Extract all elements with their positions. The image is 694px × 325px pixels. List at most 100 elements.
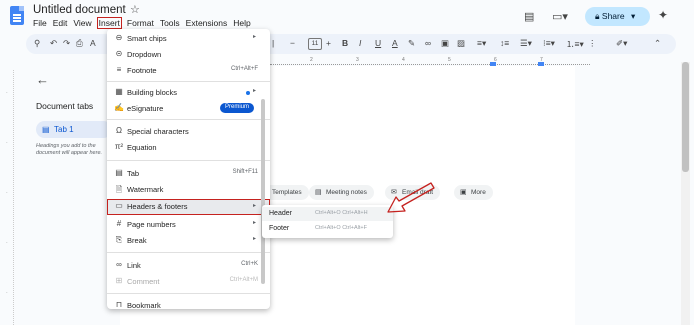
- menu-item-label: Link: [127, 261, 141, 270]
- gemini-spark-icon[interactable]: ✦: [658, 8, 668, 22]
- vertical-ruler[interactable]: - - - - -: [6, 70, 14, 325]
- chip-meeting-notes[interactable]: ▤ Meeting notes: [309, 185, 374, 200]
- chevron-down-icon[interactable]: ▾: [631, 11, 635, 21]
- menu-divider: [107, 81, 270, 82]
- premium-badge: Premium: [219, 103, 254, 113]
- document-title[interactable]: Untitled document: [33, 4, 126, 16]
- menu-item-watermark[interactable]: 🗎︎ Watermark: [107, 183, 270, 197]
- menu-item-headers-footers[interactable]: ▭ Headers & footers ▸: [107, 199, 270, 215]
- submenu-item-footer[interactable]: Footer Ctrl+Alt+O Ctrl+Alt+F: [262, 222, 393, 236]
- submenu-item-label: Footer: [269, 225, 290, 232]
- link-icon[interactable]: ∞: [425, 38, 431, 48]
- comment-icon[interactable]: ▣: [441, 38, 449, 49]
- menu-extensions[interactable]: Extensions: [186, 18, 228, 28]
- star-icon[interactable]: ☆: [130, 3, 140, 16]
- checklist-icon[interactable]: ☰▾: [520, 38, 532, 49]
- menu-file[interactable]: File: [33, 18, 47, 28]
- back-arrow-icon[interactable]: ←: [36, 72, 49, 87]
- menu-item-page-numbers[interactable]: # Page numbers ▸: [107, 218, 270, 232]
- menu-scrollbar[interactable]: [261, 99, 265, 284]
- smart-chips-icon: ⊖: [115, 33, 123, 42]
- submenu-arrow-icon: ▸: [252, 34, 256, 40]
- menu-item-label: Footnote: [127, 66, 157, 75]
- scrollbar-thumb[interactable]: [682, 62, 689, 172]
- menu-format[interactable]: Format: [127, 18, 154, 28]
- menu-item-link[interactable]: ∞ Link Ctrl+K: [107, 259, 270, 273]
- menu-help[interactable]: Help: [233, 18, 250, 28]
- share-button[interactable]: 🔒︎ Share ▾: [585, 7, 650, 26]
- docs-logo-icon[interactable]: [10, 6, 24, 25]
- ruler-tick: -: [6, 140, 8, 145]
- submenu-arrow-icon: ▸: [252, 203, 256, 209]
- insert-menu: ⊖ Smart chips ▸ ⊝ Dropdown ≡ Footnote Ct…: [107, 29, 270, 309]
- image-icon[interactable]: ▨: [457, 38, 465, 49]
- meet-icon[interactable]: ▭▾: [552, 10, 568, 23]
- menu-item-shortcut: Shift+F11: [232, 169, 258, 175]
- menu-item-equation[interactable]: π² Equation: [107, 141, 270, 155]
- more-icon[interactable]: ⋮: [588, 38, 597, 49]
- chip-label: More: [471, 189, 486, 196]
- pi-icon: π²: [114, 142, 124, 151]
- ruler-number: 2: [310, 57, 313, 63]
- footnote-icon: ≡: [116, 65, 122, 74]
- ruler-number: 5: [448, 57, 451, 63]
- menu-item-bookmark[interactable]: ⊓ Bookmark: [107, 299, 270, 309]
- line-spacing-icon[interactable]: ↕≡: [500, 38, 509, 48]
- menu-item-esignature[interactable]: ✍ eSignature Premium: [107, 102, 270, 116]
- ruler-tick: -: [6, 290, 8, 295]
- menu-item-label: Building blocks: [127, 88, 178, 97]
- highlight-icon[interactable]: ✎: [408, 38, 415, 49]
- menu-item-tab[interactable]: ▤ Tab Shift+F11: [107, 167, 270, 181]
- comment-icon: ⊞: [115, 276, 123, 285]
- italic-icon[interactable]: I: [359, 38, 361, 48]
- increase-font-size-icon[interactable]: +: [326, 38, 331, 48]
- menu-item-building-blocks[interactable]: ▦ Building blocks ▸: [107, 86, 270, 100]
- align-icon[interactable]: ≡▾: [477, 38, 486, 49]
- menu-edit[interactable]: Edit: [53, 18, 68, 28]
- collapse-icon[interactable]: ⌃: [654, 38, 661, 49]
- ruler-number: 4: [402, 57, 405, 63]
- menu-item-footnote[interactable]: ≡ Footnote Ctrl+Alt+F: [107, 64, 270, 78]
- ruler-tick: -: [6, 240, 8, 245]
- menu-item-label: eSignature: [127, 104, 164, 113]
- print-icon[interactable]: ⎙: [76, 38, 83, 49]
- bookmark-icon: ⊓: [115, 300, 123, 309]
- pen-icon[interactable]: ✐▾: [616, 38, 627, 49]
- menu-insert[interactable]: Insert: [96, 17, 122, 29]
- divider: |: [272, 38, 275, 48]
- text-color-icon[interactable]: A: [392, 38, 398, 48]
- spellcheck-icon[interactable]: A: [90, 38, 96, 48]
- headers-footers-submenu: Header Ctrl+Alt+O Ctrl+Alt+H Footer Ctrl…: [262, 205, 393, 238]
- decrease-font-size-icon[interactable]: −: [290, 38, 295, 48]
- menu-item-label: Page numbers: [127, 220, 176, 229]
- numbered-list-icon[interactable]: ⒈≡▾: [566, 38, 584, 50]
- menu-item-dropdown[interactable]: ⊝ Dropdown: [107, 48, 270, 62]
- bold-icon[interactable]: B: [342, 38, 348, 48]
- comments-icon[interactable]: ▤: [524, 10, 534, 23]
- menu-item-label: Smart chips: [127, 34, 167, 43]
- bulleted-list-icon[interactable]: ⁝≡▾: [543, 38, 555, 49]
- submenu-item-header[interactable]: Header Ctrl+Alt+O Ctrl+Alt+H: [262, 207, 393, 221]
- menu-view[interactable]: View: [73, 18, 91, 28]
- lock-icon: 🔒︎: [595, 11, 600, 21]
- horizontal-ruler[interactable]: 1 2 3 4 5 6 7: [265, 57, 590, 66]
- submenu-item-shortcut: Ctrl+Alt+O Ctrl+Alt+F: [315, 225, 367, 231]
- menu-item-special-characters[interactable]: Ω Special characters: [107, 125, 270, 139]
- redo-icon[interactable]: ↷: [63, 38, 70, 49]
- ruler-tick: -: [6, 90, 8, 95]
- font-size-input[interactable]: 11: [308, 38, 322, 50]
- watermark-icon: 🗎︎: [115, 185, 123, 194]
- menu-tools[interactable]: Tools: [160, 18, 180, 28]
- sidebar-tab-1[interactable]: ▤ Tab 1: [36, 121, 112, 138]
- search-icon[interactable]: ⚲: [34, 38, 40, 49]
- esignature-icon: ✍: [114, 103, 124, 112]
- menu-divider: [107, 293, 270, 294]
- menu-item-break[interactable]: ⎘ Break ▸: [107, 234, 270, 248]
- menu-item-shortcut: Ctrl+Alt+F: [230, 66, 258, 72]
- chip-more[interactable]: ▣ More: [454, 185, 493, 200]
- undo-icon[interactable]: ↶: [50, 38, 57, 49]
- more-icon: ▣: [460, 189, 467, 196]
- underline-icon[interactable]: U: [375, 38, 381, 48]
- menu-item-smart-chips[interactable]: ⊖ Smart chips ▸: [107, 32, 270, 46]
- submenu-arrow-icon: ▸: [252, 88, 256, 94]
